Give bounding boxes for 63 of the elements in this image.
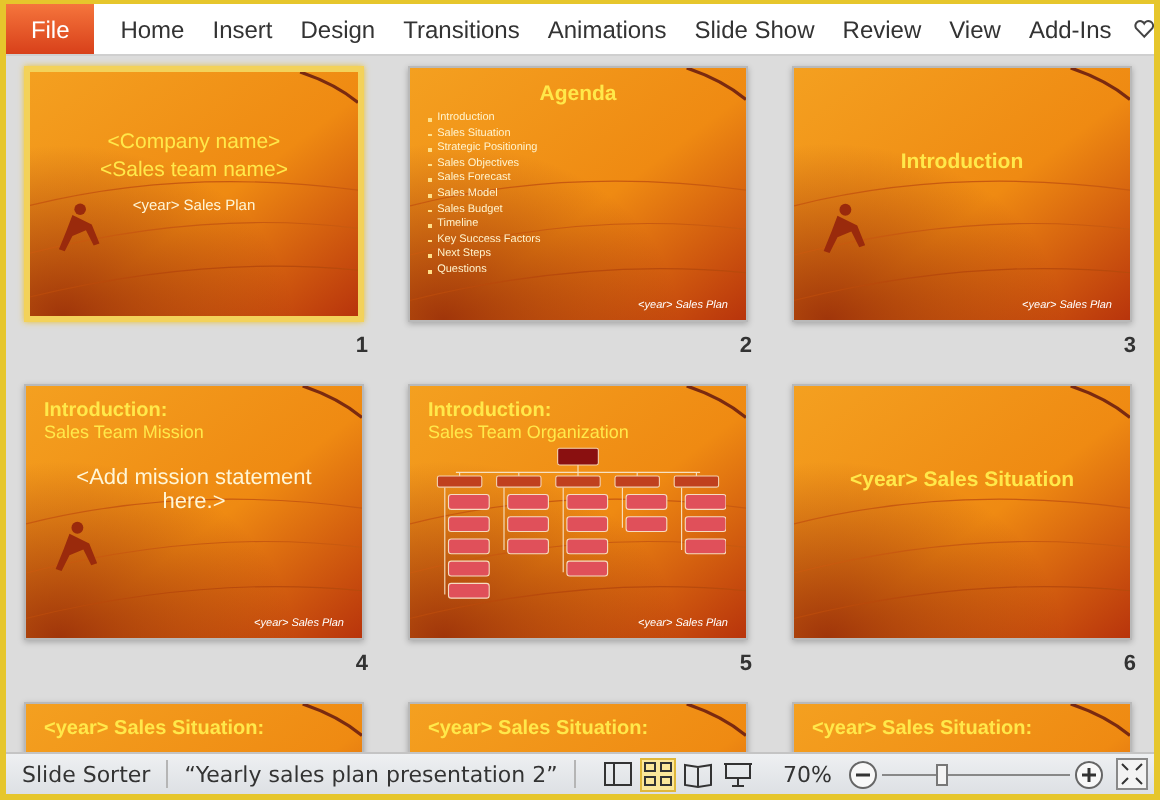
org-chart-box (555, 475, 601, 488)
org-chart-box (447, 560, 490, 577)
org-chart-box (557, 447, 599, 466)
org-chart-box (447, 516, 490, 533)
org-chart-box (447, 582, 490, 599)
ribbon-tab[interactable]: Animations (533, 4, 681, 54)
slide-title: <year> Sales Situation: (428, 718, 651, 740)
view-name: Slide Sorter (20, 761, 153, 787)
slide-number: 4 (355, 652, 368, 680)
ribbon-tab[interactable]: Review (828, 4, 936, 54)
ribbon-tab[interactable]: Add-Ins (1014, 4, 1126, 54)
org-chart-box (566, 538, 609, 555)
ribbon-tab[interactable]: Home (106, 4, 199, 54)
slide-number: 2 (739, 334, 752, 362)
slide-title: Introduction: (44, 400, 170, 422)
slide-number: 6 (1123, 652, 1136, 680)
slider-thumb[interactable] (936, 763, 949, 785)
org-chart-box (507, 538, 549, 555)
org-chart-box (673, 475, 720, 488)
ribbon-tab[interactable]: Design (286, 4, 390, 54)
org-chart-box (684, 494, 726, 510)
slide-title: <Company name> (105, 128, 283, 156)
org-chart-box (436, 475, 483, 488)
slide-title: Agenda (537, 82, 619, 106)
org-chart-box (566, 494, 609, 510)
slide-number: 3 (1123, 334, 1136, 362)
org-chart-box (496, 475, 542, 488)
org-chart-box (447, 494, 490, 510)
org-chart-box (625, 516, 668, 533)
org-chart-box (684, 516, 726, 533)
slide-subtitle: Sales Team Mission (44, 422, 206, 442)
heart-icon[interactable] (1133, 18, 1154, 40)
org-chart-box (625, 494, 668, 510)
slide-number: 1 (355, 334, 368, 362)
ribbon-tab[interactable]: Slide Show (680, 4, 829, 54)
slide-subtitle: Sales Team Organization (428, 422, 631, 442)
ribbon-tab[interactable]: Transitions (389, 4, 534, 54)
org-chart-box (447, 538, 490, 555)
normal-view-icon[interactable] (599, 757, 636, 791)
org-chart-box (507, 516, 549, 533)
slide-body-text: <Add mission statement here.> (74, 466, 314, 514)
zoom-in-icon[interactable] (1074, 759, 1104, 789)
projector-icon[interactable] (719, 757, 756, 791)
ribbon-tab[interactable]: Insert (198, 4, 287, 54)
zoom-out-icon[interactable] (848, 759, 878, 789)
ribbon-tab[interactable]: View (935, 4, 1015, 54)
org-chart-box (566, 560, 609, 577)
slide-title: <year> Sales Situation: (812, 718, 1035, 740)
slide-title: <year> Sales Situation (847, 468, 1077, 492)
org-chart-box (614, 475, 660, 488)
org-chart-box (507, 494, 549, 510)
fit-to-window-icon[interactable] (1116, 758, 1148, 790)
slide-title: Introduction: (428, 400, 554, 422)
grid-view-icon[interactable] (639, 757, 676, 791)
slide-number: 5 (739, 652, 752, 680)
file-tab[interactable]: File (6, 4, 95, 54)
document-title: “Yearly sales plan presentation 2” (182, 761, 560, 787)
slide-subtitle: <Sales team name> (98, 156, 290, 184)
org-chart-box (684, 538, 726, 555)
org-chart-box (566, 516, 609, 533)
slide-title: Introduction (898, 150, 1026, 174)
zoom-level[interactable]: 70% (767, 761, 848, 787)
slide-title: <year> Sales Situation: (44, 718, 267, 740)
